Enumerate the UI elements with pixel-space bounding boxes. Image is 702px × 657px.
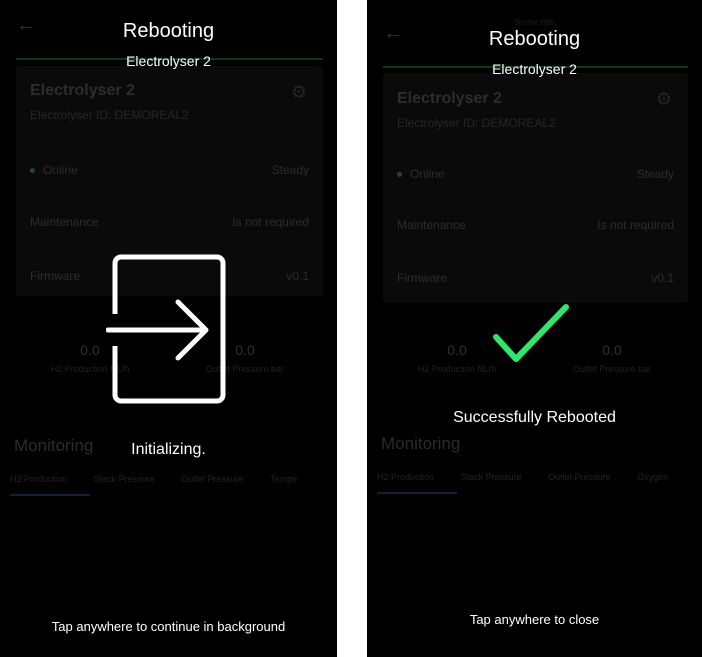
- monitoring-heading: Monitoring: [381, 434, 461, 453]
- overlay-subtitle: Electrolyser 2: [126, 53, 211, 69]
- continue-in-background-hint[interactable]: Tap anywhere to continue in background: [0, 619, 337, 634]
- device-name: Electrolyser 2: [397, 90, 502, 107]
- state-text: Steady: [636, 167, 674, 181]
- maintenance-label: Maintenance: [30, 215, 99, 229]
- device-id: Electrolyser ID: DEMOREAL2: [30, 108, 189, 122]
- checkmark-icon: [493, 304, 569, 362]
- overlay-title: Rebooting: [122, 20, 215, 42]
- reboot-screen-success[interactable]: ← Some title Electrolyser 2 Electrolyser…: [367, 0, 702, 657]
- maintenance-label: Maintenance: [397, 218, 466, 232]
- active-tab-underline: [10, 494, 90, 496]
- tab-outlet-pressure: Outlet Pressure: [181, 474, 244, 484]
- overlay-message: Successfully Rebooted: [453, 409, 616, 426]
- monitoring-tabs: H2 Production Stack Pressure Outlet Pres…: [10, 474, 337, 496]
- top-label: Some title: [514, 17, 555, 27]
- status-text: Online: [43, 163, 78, 177]
- maintenance-value: Is not required: [597, 218, 674, 232]
- tab-oxygen: Oxygen: [637, 472, 669, 482]
- device-card: Electrolyser 2 Electrolyser ID: DEMOREAL…: [383, 73, 688, 303]
- status-row: Online Steady: [397, 167, 674, 181]
- overlay-title: Rebooting: [488, 28, 581, 50]
- firmware-label: Firmware: [30, 269, 80, 283]
- maintenance-row: Maintenance Is not required: [30, 215, 309, 229]
- reboot-screen-initializing[interactable]: ← Electrolyser 2 Electrolyser ID: DEMORE…: [0, 0, 337, 657]
- active-tab-underline: [377, 492, 457, 494]
- firmware-value: v0.1: [286, 269, 309, 283]
- gear-icon: ⚙: [290, 82, 307, 102]
- stat-pressure-label: Outlet Pressure bar: [572, 364, 652, 374]
- status-text: Online: [410, 167, 445, 181]
- monitoring-tabs: H2 Production Stack Pressure Outlet Pres…: [377, 472, 702, 494]
- gear-icon: ⚙: [655, 89, 672, 109]
- overlay-message: Initializing.: [131, 441, 206, 458]
- device-id: Electrolyser ID: DEMOREAL2: [397, 116, 556, 130]
- online-dot-icon: [30, 168, 35, 174]
- tab-stack-pressure: Stack Pressure: [93, 474, 155, 484]
- firmware-row: Firmware v0.1: [397, 271, 674, 285]
- state-text: Steady: [271, 163, 309, 177]
- maintenance-row: Maintenance Is not required: [397, 218, 674, 232]
- stat-h2-label: H2 Production NL/h: [417, 364, 497, 374]
- maintenance-value: Is not required: [232, 215, 309, 229]
- tab-temperature: Tempe: [270, 474, 298, 484]
- firmware-value: v0.1: [651, 271, 674, 285]
- tab-outlet-pressure: Outlet Pressure: [548, 472, 611, 482]
- tab-h2-production: H2 Production: [377, 472, 435, 482]
- tab-h2-production: H2 Production: [10, 474, 68, 484]
- enter-icon: [106, 254, 226, 404]
- device-name: Electrolyser 2: [30, 82, 135, 99]
- firmware-label: Firmware: [397, 271, 447, 285]
- tab-stack-pressure: Stack Pressure: [460, 472, 522, 482]
- status-row: Online Steady: [30, 163, 309, 177]
- tap-to-close-hint[interactable]: Tap anywhere to close: [367, 612, 702, 627]
- overlay-subtitle: Electrolyser 2: [492, 61, 577, 77]
- online-dot-icon: [397, 172, 402, 178]
